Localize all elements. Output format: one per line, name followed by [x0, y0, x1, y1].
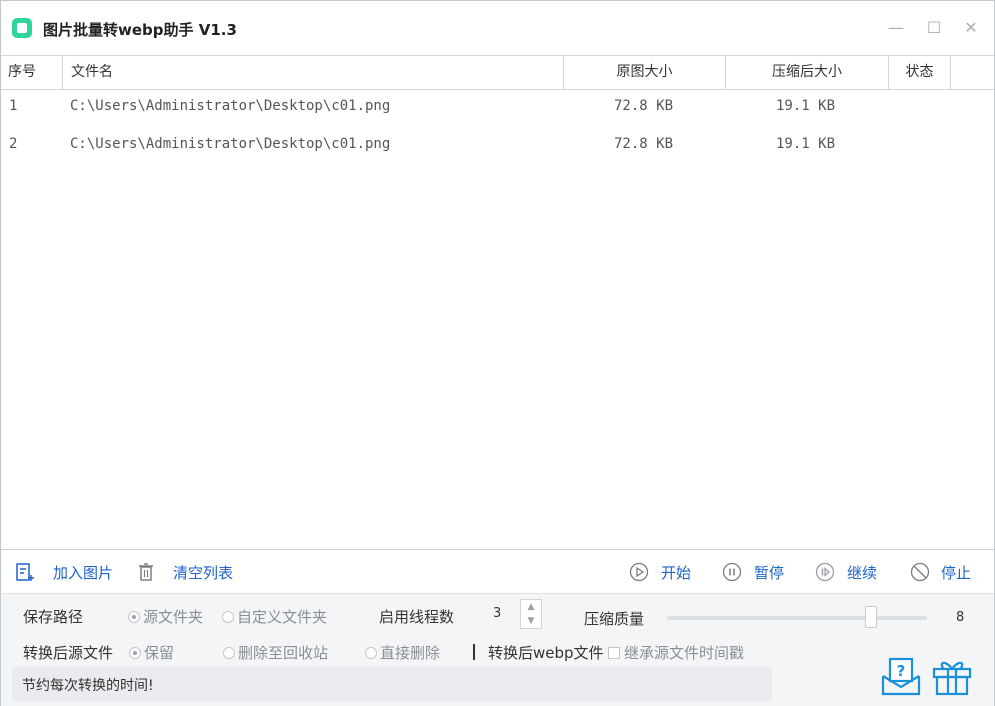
- column-header-original-size[interactable]: 原图大小: [564, 56, 726, 89]
- help-icon[interactable]: ?: [881, 656, 921, 696]
- inherit-timestamp-label: 继承源文件时间戳: [624, 644, 745, 662]
- add-image-icon[interactable]: [15, 562, 35, 582]
- row-original-size: 72.8 KB: [614, 98, 674, 114]
- threads-value[interactable]: 3: [493, 606, 501, 621]
- webp-after-label: 转换后webp文件: [488, 644, 604, 662]
- radio-custom-folder[interactable]: 自定义文件夹: [222, 606, 327, 627]
- svg-text:?: ?: [897, 662, 906, 680]
- pause-button[interactable]: 暂停: [754, 562, 784, 583]
- column-header-status[interactable]: 状态: [889, 56, 951, 89]
- table-header: 序号 文件名 原图大小 压缩后大小 状态: [1, 55, 994, 90]
- column-header-compressed-size[interactable]: 压缩后大小: [726, 56, 889, 89]
- action-toolbar: 加入图片 清空列表 开始 暂停 继续 停止: [1, 549, 994, 594]
- quality-slider-track[interactable]: [667, 616, 927, 620]
- gift-icon[interactable]: [931, 656, 972, 696]
- radio-icon: [223, 647, 235, 659]
- column-header-filename[interactable]: 文件名: [63, 56, 564, 89]
- radio-recycle-bin-label: 删除至回收站: [238, 644, 329, 662]
- radio-keep[interactable]: 保留: [129, 642, 174, 663]
- radio-icon: [128, 611, 140, 623]
- row-compressed-size: 19.1 KB: [776, 98, 836, 114]
- row-index: 2: [9, 136, 18, 152]
- window-title: 图片批量转webp助手 V1.3: [43, 21, 237, 39]
- radio-keep-label: 保留: [144, 644, 175, 662]
- status-bar: 节约每次转换的时间!: [12, 667, 772, 701]
- radio-delete-direct[interactable]: 直接删除: [365, 642, 440, 663]
- radio-custom-folder-label: 自定义文件夹: [237, 608, 328, 626]
- radio-source-folder[interactable]: 源文件夹: [128, 606, 203, 627]
- resume-button[interactable]: 继续: [847, 562, 877, 583]
- close-icon[interactable]: ✕: [962, 19, 980, 37]
- row-index: 1: [9, 98, 18, 114]
- column-header-index[interactable]: 序号: [1, 56, 63, 89]
- quality-label: 压缩质量: [584, 610, 645, 628]
- table-row[interactable]: 1 C:\Users\Administrator\Desktop\c01.png…: [1, 89, 994, 127]
- threads-stepper[interactable]: ▲ ▼: [520, 599, 542, 629]
- source-after-label: 转换后源文件: [23, 644, 114, 662]
- stop-button[interactable]: 停止: [941, 562, 971, 583]
- play-icon[interactable]: [629, 562, 649, 582]
- quality-value: 8: [956, 610, 965, 625]
- pause-icon[interactable]: [722, 562, 742, 582]
- app-window: 图片批量转webp助手 V1.3 — ☐ ✕ 序号 文件名 原图大小 压缩后大小…: [0, 0, 995, 706]
- resume-icon[interactable]: [815, 562, 835, 582]
- status-message: 节约每次转换的时间!: [22, 678, 154, 694]
- stop-icon[interactable]: [910, 562, 930, 582]
- maximize-icon[interactable]: ☐: [925, 19, 943, 37]
- add-image-button[interactable]: 加入图片: [53, 562, 113, 583]
- stepper-up-icon[interactable]: ▲: [521, 600, 541, 614]
- radio-recycle-bin[interactable]: 删除至回收站: [223, 642, 328, 663]
- checkbox-icon: [608, 647, 620, 659]
- title-bar[interactable]: 图片批量转webp助手 V1.3 — ☐ ✕: [1, 1, 994, 55]
- threads-label: 启用线程数: [379, 608, 455, 626]
- radio-icon: [222, 611, 234, 623]
- table-row[interactable]: 2 C:\Users\Administrator\Desktop\c01.png…: [1, 127, 994, 165]
- settings-panel: 保存路径 源文件夹 自定义文件夹 启用线程数 3 ▲ ▼ 压缩质量 8 转换后源…: [1, 593, 994, 706]
- radio-delete-direct-label: 直接删除: [380, 644, 441, 662]
- app-icon: [12, 18, 32, 38]
- radio-icon: [129, 647, 141, 659]
- radio-icon: [365, 647, 377, 659]
- row-compressed-size: 19.1 KB: [776, 136, 836, 152]
- start-button[interactable]: 开始: [661, 562, 691, 583]
- row-filename: C:\Users\Administrator\Desktop\c01.png: [70, 136, 391, 152]
- file-list[interactable]: 1 C:\Users\Administrator\Desktop\c01.png…: [1, 89, 994, 549]
- save-path-label: 保存路径: [23, 608, 84, 626]
- row-original-size: 72.8 KB: [614, 136, 674, 152]
- row-filename: C:\Users\Administrator\Desktop\c01.png: [70, 98, 391, 114]
- stepper-down-icon[interactable]: ▼: [521, 614, 541, 628]
- separator: [473, 644, 475, 660]
- clear-list-button[interactable]: 清空列表: [173, 562, 233, 583]
- minimize-icon[interactable]: —: [887, 19, 905, 37]
- radio-source-folder-label: 源文件夹: [143, 608, 204, 626]
- trash-icon[interactable]: [136, 562, 156, 582]
- quality-slider-handle[interactable]: [865, 606, 877, 628]
- inherit-timestamp-checkbox[interactable]: 继承源文件时间戳: [608, 642, 744, 663]
